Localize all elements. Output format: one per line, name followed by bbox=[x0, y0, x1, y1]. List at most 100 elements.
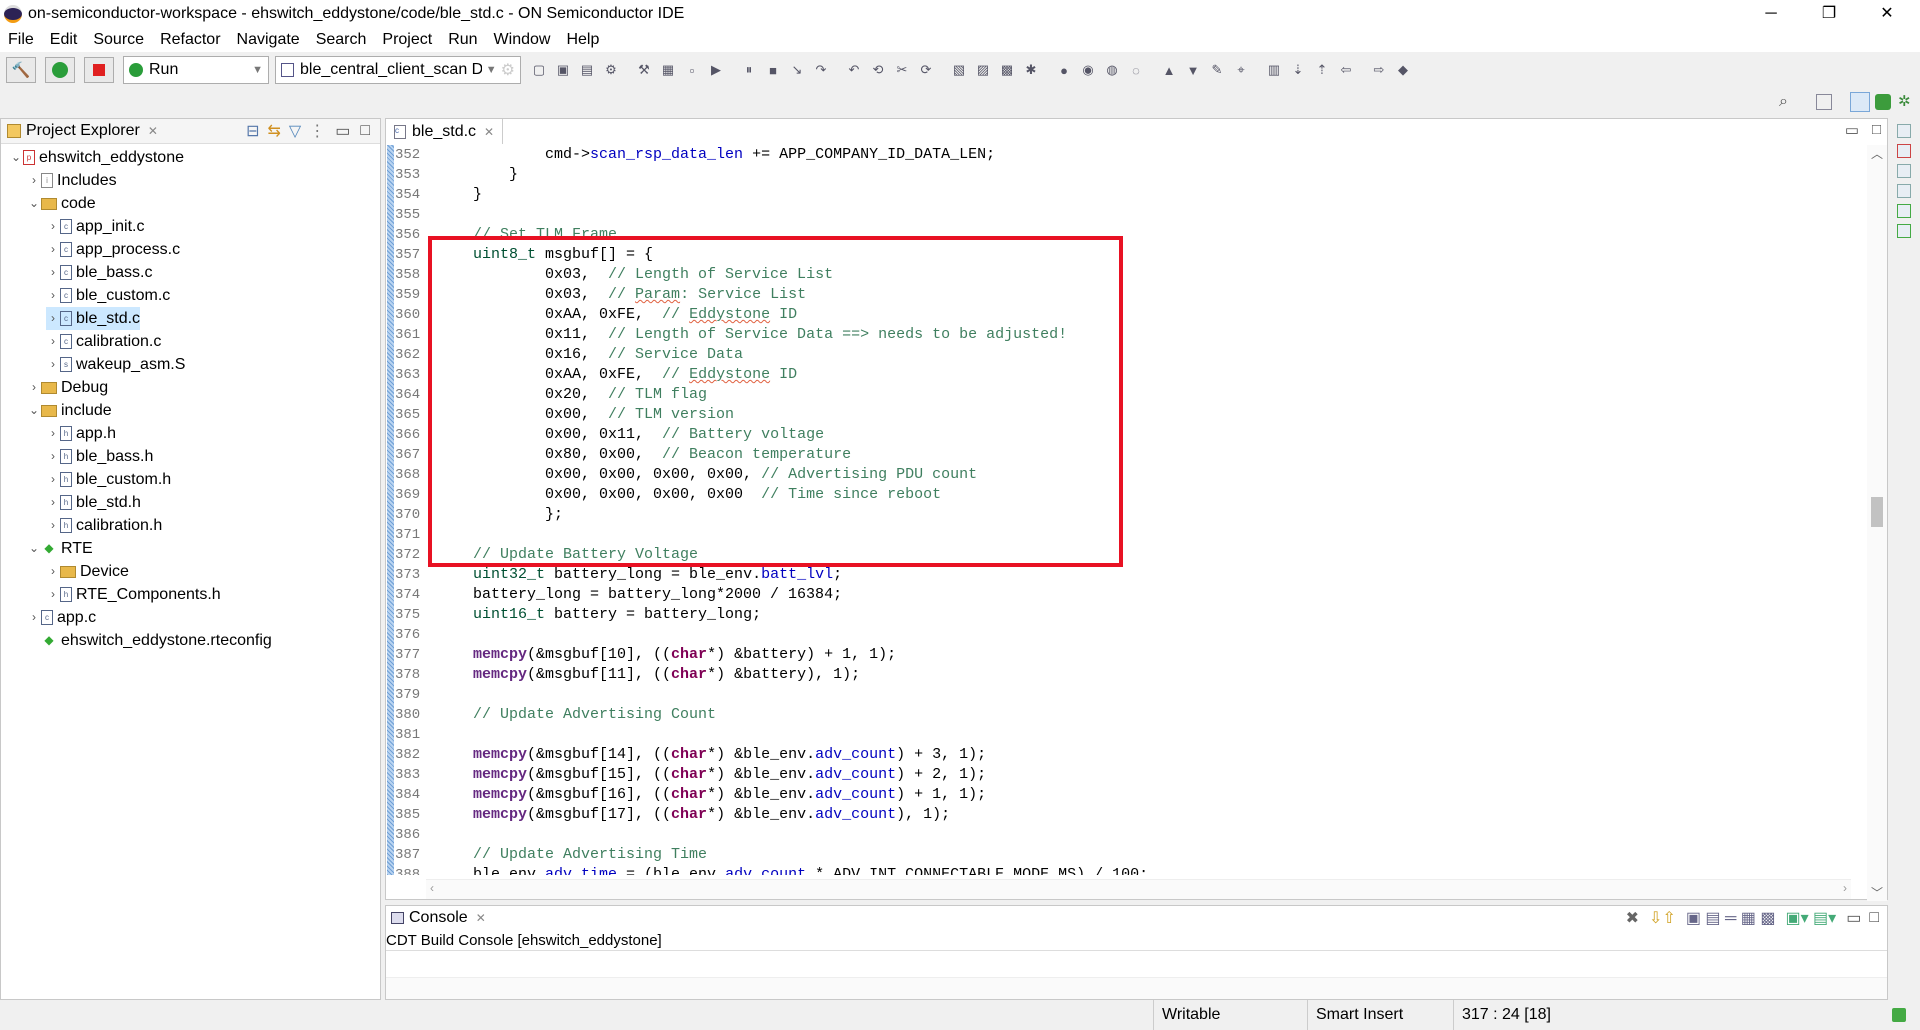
tree-item[interactable]: › Device bbox=[46, 560, 129, 583]
external-tools-icon[interactable]: ⟲ bbox=[869, 61, 887, 79]
menu-project[interactable]: Project bbox=[374, 31, 440, 49]
chevron-right-icon[interactable]: › bbox=[46, 307, 60, 330]
tools-icon[interactable]: ⚒ bbox=[635, 61, 653, 79]
tree-item[interactable]: › c ble_std.c bbox=[46, 307, 141, 330]
disassembly-view-icon[interactable] bbox=[1897, 184, 1911, 198]
tree-item[interactable]: › i Includes bbox=[27, 169, 117, 192]
collapse-all-icon[interactable]: ⊟ bbox=[246, 121, 259, 141]
chevron-right-icon[interactable]: › bbox=[27, 376, 41, 399]
editor-tab-ble-std-c[interactable]: c ble_std.c ✕ bbox=[386, 119, 504, 144]
tree-item[interactable]: › c calibration.c bbox=[46, 330, 161, 353]
close-tab-icon[interactable]: ✕ bbox=[484, 125, 494, 139]
close-button[interactable]: ✕ bbox=[1858, 0, 1916, 27]
gear-icon[interactable]: ⚙ bbox=[501, 60, 515, 80]
launch-configuration-select[interactable]: ble_central_client_scan D ▼ ⚙ bbox=[275, 56, 521, 84]
tree-item[interactable]: › c app.c bbox=[27, 606, 96, 629]
stop-button[interactable] bbox=[84, 57, 114, 83]
link-with-editor-icon[interactable]: ⇆ bbox=[267, 121, 280, 141]
registers-view-icon[interactable] bbox=[1897, 144, 1911, 158]
chevron-right-icon[interactable]: › bbox=[46, 261, 60, 284]
minimize-button[interactable]: ─ bbox=[1742, 0, 1800, 27]
rte-perspective-icon[interactable] bbox=[1875, 94, 1891, 110]
scrollbar-thumb[interactable] bbox=[1871, 497, 1883, 527]
profile-icon[interactable]: ◉ bbox=[1079, 61, 1097, 79]
minimize-editor-icon[interactable]: ▭ bbox=[1845, 121, 1859, 139]
terminal-icon[interactable]: ▦ bbox=[659, 61, 677, 79]
refresh-icon[interactable]: ↶ bbox=[845, 61, 863, 79]
menu-window[interactable]: Window bbox=[486, 31, 559, 49]
tree-item[interactable]: › c app_process.c bbox=[46, 238, 180, 261]
menu-source[interactable]: Source bbox=[85, 31, 152, 49]
scroll-left-icon[interactable]: ‹ bbox=[430, 881, 434, 895]
launch-button[interactable] bbox=[45, 57, 75, 83]
block-select-icon[interactable]: ⌖ bbox=[1232, 61, 1250, 79]
step-over-icon[interactable]: ↘ bbox=[788, 61, 806, 79]
run-menu-icon[interactable]: ✱ bbox=[1022, 61, 1040, 79]
tree-item[interactable]: ◆ ehswitch_eddystone.rteconfig bbox=[27, 629, 271, 652]
coverage-icon[interactable]: ● bbox=[1055, 61, 1073, 79]
hierarchy-view-icon[interactable] bbox=[1897, 204, 1911, 218]
annotation-icon[interactable]: ▼ bbox=[1184, 61, 1202, 79]
progress-icon[interactable] bbox=[1892, 1008, 1906, 1022]
console-tab[interactable]: Console ✕ ✖ ⇩⇧ ▣ ▤ ═ ▦ ▩ ▣▾ ▤▾ ▭ □ bbox=[386, 906, 1887, 930]
tree-item[interactable]: ⌄ p ehswitch_eddystone bbox=[9, 146, 184, 169]
chevron-right-icon[interactable]: › bbox=[46, 560, 60, 583]
horizontal-scrollbar[interactable]: ‹ › bbox=[426, 879, 1851, 899]
c-perspective-icon[interactable] bbox=[1850, 92, 1870, 112]
chevron-right-icon[interactable]: › bbox=[46, 238, 60, 261]
chevron-right-icon[interactable]: › bbox=[46, 514, 60, 537]
menu-run[interactable]: Run bbox=[440, 31, 485, 49]
new-icon[interactable]: ▢ bbox=[530, 61, 548, 79]
tree-item[interactable]: › h RTE_Components.h bbox=[46, 583, 221, 606]
chevron-down-icon[interactable]: ⌄ bbox=[9, 146, 23, 169]
code-editor[interactable]: 352 cmd->scan_rsp_data_len += APP_COMPAN… bbox=[386, 145, 1851, 875]
chevron-right-icon[interactable]: › bbox=[46, 491, 60, 514]
chevron-down-icon[interactable]: ⌄ bbox=[27, 192, 41, 215]
menu-navigate[interactable]: Navigate bbox=[229, 31, 308, 49]
chevron-right-icon[interactable]: › bbox=[46, 215, 60, 238]
scroll-lock-icon[interactable]: ⇩⇧ bbox=[1649, 908, 1676, 928]
chevron-right-icon[interactable]: › bbox=[46, 468, 60, 491]
minimize-view-icon[interactable]: ▭ bbox=[335, 121, 350, 141]
task-view-icon[interactable] bbox=[1897, 224, 1911, 238]
debug-perspective-icon[interactable]: ✲ bbox=[1898, 92, 1911, 110]
minimize-view-icon[interactable]: ▭ bbox=[1846, 908, 1861, 928]
show-whitespace-icon[interactable]: ▥ bbox=[1265, 61, 1283, 79]
terminate-icon[interactable]: ⏸ bbox=[740, 61, 758, 79]
tree-item[interactable]: › h app.h bbox=[46, 422, 116, 445]
debug-icon[interactable]: ⚙ bbox=[602, 61, 620, 79]
filter-icon[interactable]: ▽ bbox=[289, 121, 301, 141]
tree-item[interactable]: › h ble_bass.h bbox=[46, 445, 153, 468]
close-tab-icon[interactable]: ✕ bbox=[148, 124, 158, 138]
close-tab-icon[interactable]: ✕ bbox=[476, 911, 486, 925]
view-menu-icon[interactable]: ⋮ bbox=[309, 121, 325, 141]
tree-item[interactable]: › Debug bbox=[27, 376, 108, 399]
tree-item[interactable]: › s wakeup_asm.S bbox=[46, 353, 185, 376]
tree-item[interactable]: › c ble_bass.c bbox=[46, 261, 153, 284]
project-explorer-tab[interactable]: Project Explorer ✕ ⊟ ⇆ ▽ ⋮ ▭ □ bbox=[1, 119, 380, 144]
scroll-right-icon[interactable]: › bbox=[1843, 881, 1847, 895]
tree-item[interactable]: › h ble_std.h bbox=[46, 491, 141, 514]
suspend-icon[interactable]: ▶ bbox=[707, 61, 725, 79]
vertical-scrollbar[interactable]: ︿ ﹀ bbox=[1867, 145, 1887, 901]
tree-item[interactable]: › h calibration.h bbox=[46, 514, 162, 537]
maximize-editor-icon[interactable]: □ bbox=[1872, 121, 1881, 138]
next-annotation-icon[interactable]: ⇣ bbox=[1289, 61, 1307, 79]
new-project-icon[interactable]: ✂ bbox=[893, 61, 911, 79]
menu-file[interactable]: File bbox=[0, 31, 42, 49]
new-file-icon[interactable]: ▨ bbox=[974, 61, 992, 79]
outline-view-icon[interactable] bbox=[1897, 124, 1911, 138]
tree-item[interactable]: ⌄ include bbox=[27, 399, 112, 422]
new-class-icon[interactable]: ⟳ bbox=[917, 61, 935, 79]
pin-console-icon[interactable]: ▣ ▤ ═ ▦ ▩ bbox=[1686, 908, 1776, 928]
maximize-view-icon[interactable]: □ bbox=[360, 122, 370, 140]
menu-search[interactable]: Search bbox=[308, 31, 375, 49]
tree-item[interactable]: › c ble_custom.c bbox=[46, 284, 170, 307]
new-folder-icon[interactable]: ▧ bbox=[950, 61, 968, 79]
pin-icon[interactable]: ◆ bbox=[1394, 61, 1412, 79]
chevron-down-icon[interactable]: ⌄ bbox=[27, 399, 41, 422]
menu-help[interactable]: Help bbox=[558, 31, 607, 49]
chevron-right-icon[interactable]: › bbox=[46, 445, 60, 468]
step-into-icon[interactable]: ■ bbox=[764, 61, 782, 79]
search-icon[interactable]: ⌕ bbox=[1779, 93, 1788, 111]
